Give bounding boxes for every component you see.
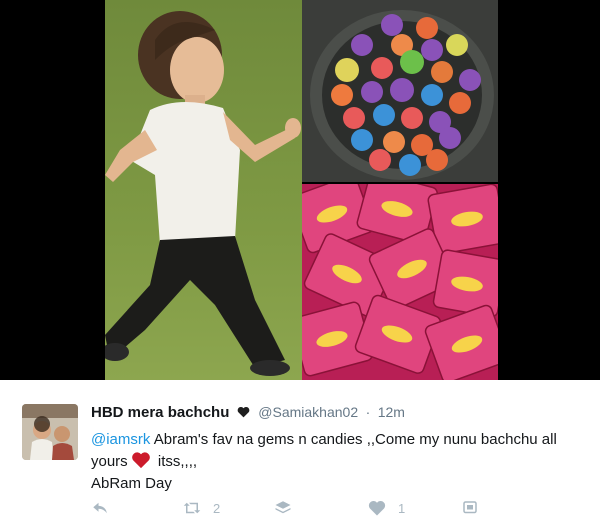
avatar[interactable]	[22, 404, 78, 460]
retweet-count: 2	[213, 500, 221, 516]
photo-gems-bowl[interactable]	[302, 0, 498, 182]
heart-icon	[368, 501, 386, 516]
more-button[interactable]	[461, 499, 479, 517]
tweet-actions: 2 1	[91, 499, 591, 517]
photo-pink-candies[interactable]	[302, 184, 498, 380]
reply-icon	[93, 502, 107, 514]
like-button[interactable]: 1	[368, 499, 405, 517]
tweet: HBD mera bachchu @Samiakhan02 · 12m @iam…	[0, 380, 600, 517]
tweet-text-part2: itss,,,,	[153, 453, 198, 470]
separator-dot: ·	[365, 404, 371, 420]
reply-button[interactable]	[91, 499, 109, 517]
tweet-timestamp[interactable]: 12m	[378, 404, 405, 420]
tweet-media-collage[interactable]	[0, 0, 600, 380]
layers-icon	[275, 501, 291, 514]
like-count: 1	[398, 500, 406, 516]
tweet-text: @iamsrk Abram's fav na gems n candies ,,…	[91, 429, 561, 495]
retweet-button[interactable]: 2	[183, 499, 220, 517]
mention-link[interactable]: @iamsrk	[91, 431, 150, 448]
photo-boy-running[interactable]	[105, 0, 302, 380]
display-name[interactable]: HBD mera bachchu	[91, 404, 229, 421]
layers-button[interactable]	[274, 499, 292, 517]
black-heart-icon	[237, 406, 250, 418]
user-handle[interactable]: @Samiakhan02	[258, 404, 358, 420]
tweet-text-line2: AbRam Day	[91, 475, 172, 492]
retweet-icon	[183, 502, 201, 514]
tweet-header: HBD mera bachchu @Samiakhan02 · 12m	[91, 404, 591, 424]
more-icon	[463, 501, 477, 514]
red-heart-icon	[131, 452, 150, 469]
